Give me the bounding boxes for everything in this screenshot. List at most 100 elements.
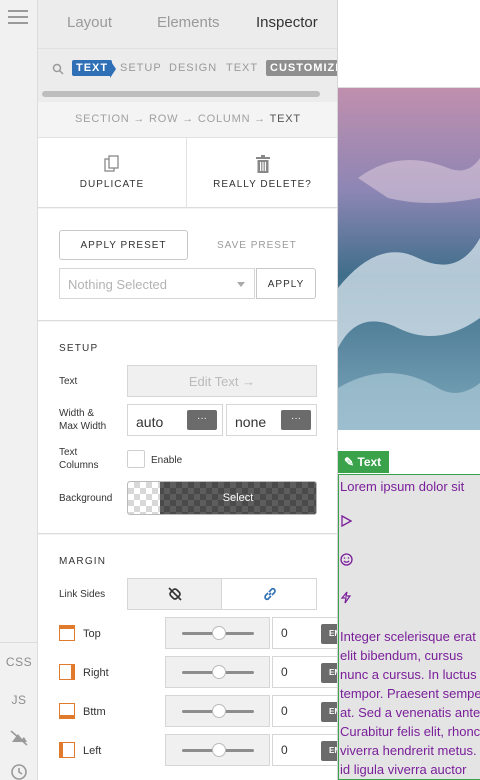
apply-preset-button[interactable]: APPLY PRESET: [59, 230, 188, 260]
body-line: Curabitur felis elit, rhoncus: [340, 724, 480, 739]
bolt-icon: [340, 591, 352, 604]
margin-bottom-input[interactable]: 0 EM: [272, 695, 337, 727]
enable-label: Enable: [151, 455, 183, 466]
duplicate-icon: [104, 155, 119, 172]
unlink-icon: [168, 587, 182, 601]
background-swatch-preview: [128, 482, 160, 514]
duplicate-button[interactable]: DUPLICATE: [38, 138, 187, 208]
slider-handle[interactable]: [212, 704, 226, 718]
body-line: Integer scelerisque erat: [340, 629, 476, 644]
subtab-setup[interactable]: SETUP: [120, 62, 162, 74]
margin-top-unit[interactable]: EM: [321, 624, 337, 644]
margin-bottom-unit[interactable]: EM: [321, 702, 337, 722]
margin-bottom-label: Bttm: [83, 706, 106, 718]
edit-text-button[interactable]: Edit Text →: [127, 365, 317, 397]
breadcrumb-path: SECTION → ROW → COLUMN →: [75, 113, 270, 125]
text-element[interactable]: Lorem ipsum dolor sit Integer scelerisqu…: [338, 474, 480, 780]
width-value: auto: [136, 414, 164, 430]
body-line: tempor. Praesent semper: [340, 686, 480, 701]
subtab-design[interactable]: DESIGN: [169, 62, 217, 74]
main-tabs: Layout Elements Inspector: [38, 0, 337, 48]
text-label: Text: [59, 376, 78, 387]
margin-bottom-slider[interactable]: [165, 695, 270, 727]
hamburger-menu-icon[interactable]: [8, 10, 28, 28]
background-select[interactable]: Select: [160, 492, 316, 504]
body-line: id ligula viverra auctor: [340, 762, 467, 777]
max-width-input[interactable]: none ···: [226, 404, 317, 436]
max-width-options-button[interactable]: ···: [281, 410, 311, 430]
scrollbar-thumb[interactable]: [42, 91, 320, 97]
preset-section: APPLY PRESET SAVE PRESET Nothing Selecte…: [38, 209, 337, 321]
element-actions: DUPLICATE REALLY DELETE?: [38, 138, 337, 208]
margin-title: MARGIN: [59, 556, 107, 567]
apply-button[interactable]: APPLY: [256, 268, 316, 299]
preview-toggle-icon[interactable]: [9, 728, 29, 748]
wave-image: [338, 88, 480, 430]
width-input[interactable]: auto ···: [127, 404, 223, 436]
body-line: at. Sed a venenatis ante: [340, 705, 480, 720]
width-label: Width & Max Width: [59, 408, 107, 432]
margin-top-slider[interactable]: [165, 617, 270, 649]
background-label: Background: [59, 493, 113, 504]
margin-right-slider[interactable]: [165, 656, 270, 688]
margin-top-value: 0: [281, 626, 288, 640]
left-rail: CSS JS: [0, 0, 38, 780]
subtab-text[interactable]: TEXT: [226, 62, 258, 74]
margin-left-unit[interactable]: EM: [321, 741, 337, 761]
body-line: viverra hendrerit metus.: [340, 743, 477, 758]
lorem-heading: Lorem ipsum dolor sit: [340, 479, 465, 494]
subtab-text-element[interactable]: TEXT: [72, 60, 113, 76]
margin-bottom-icon: [59, 703, 75, 719]
history-icon[interactable]: [9, 762, 29, 780]
margin-left-label: Left: [83, 745, 102, 757]
body-line: nunc a cursus. In luctus: [340, 667, 477, 682]
save-preset-button[interactable]: SAVE PRESET: [217, 240, 297, 251]
margin-section: MARGIN Link Sides Top 0 E Right 0 E Bttm…: [38, 535, 337, 780]
active-pointer-icon: [110, 60, 116, 78]
margin-right-value: 0: [281, 665, 288, 679]
preset-select[interactable]: Nothing Selected: [59, 268, 255, 299]
slider-handle[interactable]: [212, 743, 226, 757]
setup-title: SETUP: [59, 343, 99, 354]
body-text: Integer scelerisque erat elit bibendum, …: [340, 627, 480, 779]
body-line: elit bibendum, cursus: [340, 648, 463, 663]
sub-tabs: TEXT SETUP DESIGN TEXT CUSTOMIZE: [38, 48, 337, 88]
breadcrumb-current: TEXT: [269, 113, 301, 125]
link-icon: [264, 587, 276, 601]
max-width-value: none: [235, 414, 267, 430]
slider-handle[interactable]: [212, 665, 226, 679]
preview-canvas: ✎ Text Lorem ipsum dolor sit Integer sce…: [338, 0, 480, 780]
delete-button[interactable]: REALLY DELETE?: [187, 138, 337, 208]
text-element-tag[interactable]: ✎ Text: [338, 451, 389, 473]
margin-left-icon: [59, 742, 75, 758]
unlink-sides-button[interactable]: [128, 579, 222, 609]
margin-right-unit[interactable]: EM: [321, 663, 337, 683]
chevron-down-icon: [237, 282, 245, 287]
subtab-customize[interactable]: CUSTOMIZE: [266, 60, 337, 76]
tab-inspector[interactable]: Inspector: [256, 14, 318, 31]
link-sides-button[interactable]: [223, 579, 317, 609]
link-sides-toggle[interactable]: [127, 578, 317, 610]
width-options-button[interactable]: ···: [187, 410, 217, 430]
columns-checkbox[interactable]: [127, 450, 145, 468]
trash-icon: [255, 155, 270, 173]
background-picker[interactable]: Select: [127, 481, 317, 515]
delete-label: REALLY DELETE?: [213, 179, 312, 190]
margin-left-slider[interactable]: [165, 734, 270, 766]
setup-section: SETUP Text Edit Text → Width & Max Width…: [38, 322, 337, 534]
margin-bottom-value: 0: [281, 704, 288, 718]
js-button[interactable]: JS: [0, 693, 38, 707]
css-button[interactable]: CSS: [0, 655, 38, 669]
smile-icon: [340, 553, 353, 566]
margin-top-input[interactable]: 0 EM: [272, 617, 337, 649]
margin-left-input[interactable]: 0 EM: [272, 734, 337, 766]
preset-select-value: Nothing Selected: [68, 277, 168, 292]
horizontal-scrollbar[interactable]: [38, 88, 337, 102]
margin-right-label: Right: [83, 667, 109, 679]
search-icon[interactable]: [52, 63, 64, 75]
preview-top-area: [338, 0, 480, 88]
slider-handle[interactable]: [212, 626, 226, 640]
tab-elements[interactable]: Elements: [157, 14, 220, 31]
margin-right-input[interactable]: 0 EM: [272, 656, 337, 688]
tab-layout[interactable]: Layout: [67, 14, 112, 31]
